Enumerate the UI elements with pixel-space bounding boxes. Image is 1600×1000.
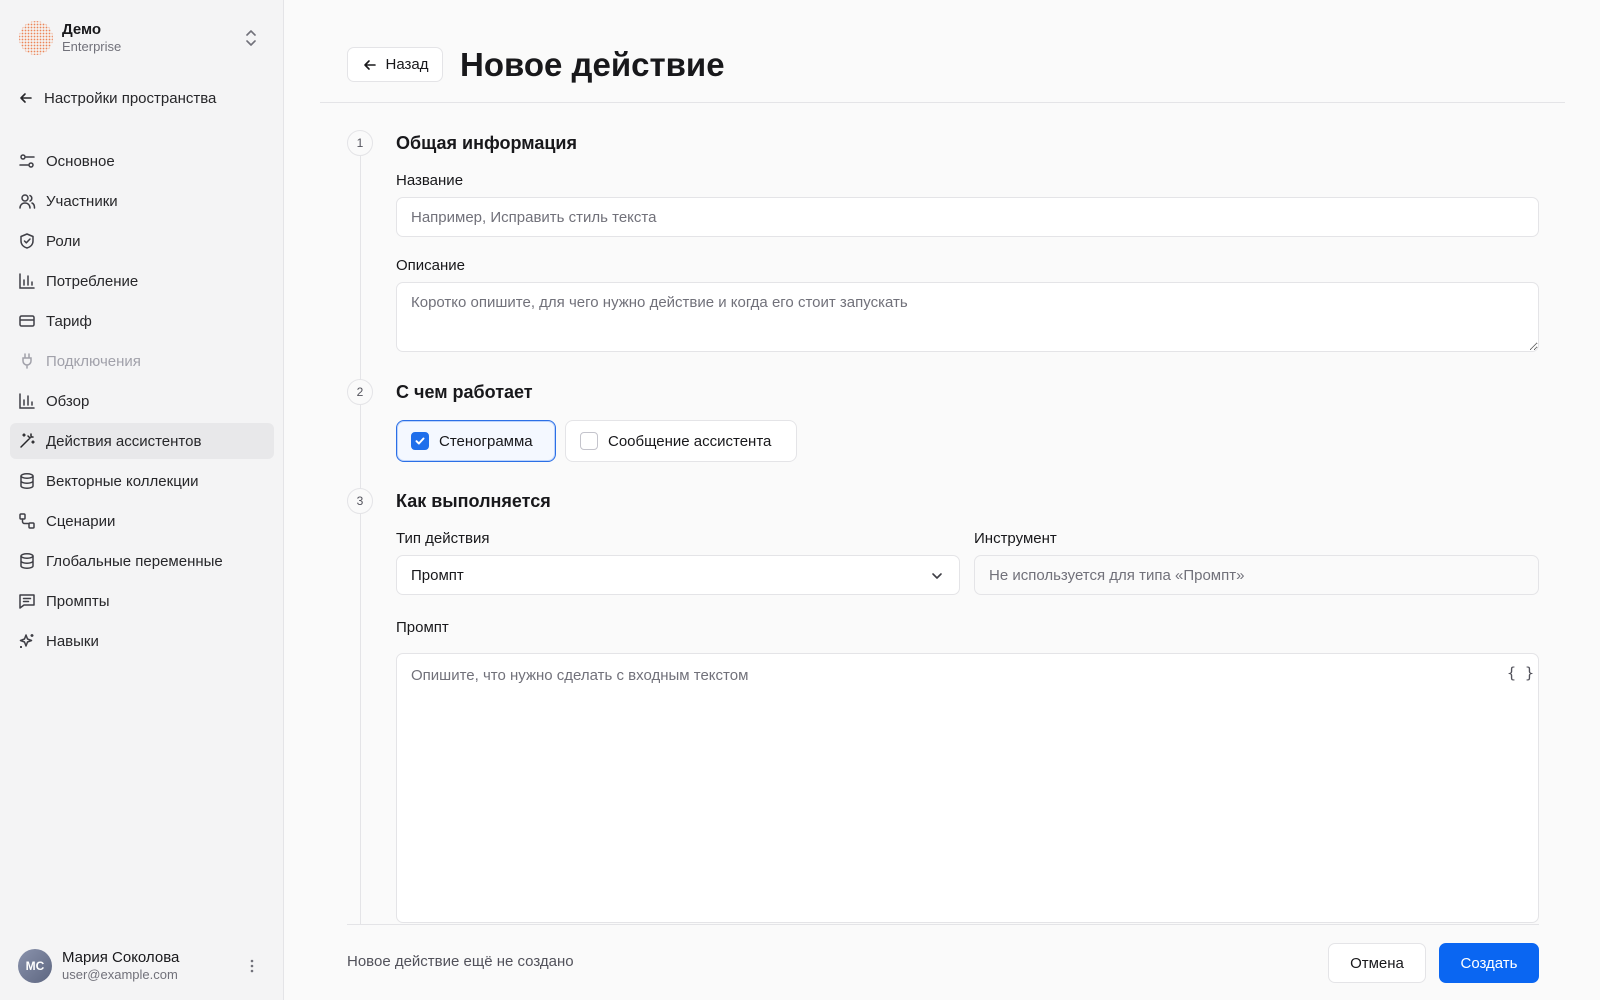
arrow-left-icon — [20, 93, 32, 103]
bar-chart-icon — [18, 272, 36, 290]
variables-braces-button[interactable]: { } — [1507, 664, 1534, 682]
database-icon — [18, 472, 36, 490]
workspace-logo — [19, 21, 53, 55]
sidebar-item-label: Навыки — [46, 632, 99, 650]
workspace-plan: Enterprise — [62, 39, 122, 54]
user-email: user@example.com — [62, 967, 178, 982]
name-input[interactable] — [396, 197, 1539, 237]
sidebar-item-scenarios[interactable]: Сценарии — [10, 503, 274, 539]
avatar: МС — [18, 949, 52, 983]
message-square-icon — [18, 592, 36, 610]
sidebar-item-usage[interactable]: Потребление — [10, 263, 274, 299]
workflow-icon — [18, 512, 36, 530]
section-title-execution: Как выполняется — [396, 491, 551, 511]
header-divider — [320, 102, 1565, 103]
section-title-sources: С чем работает — [396, 382, 533, 402]
arrow-left-icon — [363, 59, 376, 70]
action-type-value: Промпт — [411, 566, 464, 584]
cancel-button[interactable]: Отмена — [1328, 943, 1426, 983]
chevrons-up-down-icon — [246, 30, 256, 46]
sidebar-item-skills[interactable]: Навыки — [10, 623, 274, 659]
sidebar-item-label: Потребление — [46, 272, 139, 290]
credit-card-icon — [18, 312, 36, 330]
back-button[interactable]: Назад — [347, 47, 443, 82]
tool-label: Инструмент — [974, 530, 1057, 547]
workspace-switcher[interactable]: Демо Enterprise — [18, 18, 268, 58]
database-icon — [18, 552, 36, 570]
page-title: Новое действие — [460, 46, 725, 83]
sidebar-item-label: Действия ассистентов — [46, 432, 202, 450]
prompt-label: Промпт — [396, 619, 449, 636]
source-option-label: Сообщение ассистента — [608, 432, 772, 450]
sidebar-item-label: Сценарии — [46, 512, 116, 530]
sidebar-item-label: Промпты — [46, 592, 110, 610]
action-type-select[interactable]: Промпт — [396, 555, 960, 595]
workspace-name: Демо — [62, 21, 102, 38]
description-textarea[interactable] — [396, 282, 1539, 352]
footer-divider — [347, 924, 1539, 925]
tool-input — [974, 555, 1539, 595]
prompt-textarea[interactable] — [396, 653, 1539, 923]
action-type-label: Тип действия — [396, 530, 490, 547]
sidebar-item-overview[interactable]: Обзор — [10, 383, 274, 419]
create-button[interactable]: Создать — [1439, 943, 1539, 983]
sidebar-item-label: Основное — [46, 152, 115, 170]
more-vertical-icon[interactable] — [244, 956, 260, 976]
sidebar-item-members[interactable]: Участники — [10, 183, 274, 219]
sidebar-item-global-variables[interactable]: Глобальные переменные — [10, 543, 274, 579]
section-title-general: Общая информация — [396, 133, 577, 153]
sidebar-item-label: Обзор — [46, 392, 90, 410]
checkbox-checked[interactable] — [411, 432, 429, 450]
checkbox-unchecked[interactable] — [580, 432, 598, 450]
sidebar-item-connections[interactable]: Подключения — [10, 343, 274, 379]
bar-chart-icon — [18, 392, 36, 410]
chevron-down-icon — [932, 573, 942, 579]
description-label: Описание — [396, 257, 466, 274]
user-menu[interactable]: МС Мария Соколова user@example.com — [18, 946, 268, 986]
steps-timeline-line — [360, 155, 361, 925]
user-name: Мария Соколова — [62, 949, 180, 966]
footer-status: Новое действие ещё не создано — [347, 953, 574, 970]
sidebar-item-roles[interactable]: Роли — [10, 223, 274, 259]
sidebar-item-label: Векторные коллекции — [46, 472, 199, 490]
magic-wand-icon — [18, 432, 36, 450]
step-badge-2: 2 — [347, 379, 373, 405]
sidebar-item-label: Глобальные переменные — [46, 552, 223, 570]
sliders-icon — [18, 152, 36, 170]
sidebar-item-assistant-actions[interactable]: Действия ассистентов — [10, 423, 274, 459]
source-option-assistant-message[interactable]: Сообщение ассистента — [565, 420, 797, 462]
sidebar-nav: Основное Участники Роли Потребление Тари… — [10, 143, 274, 663]
back-to-workspace-settings[interactable]: Настройки пространства — [18, 86, 216, 110]
sidebar-item-prompts[interactable]: Промпты — [10, 583, 274, 619]
sidebar-item-label: Участники — [46, 192, 118, 210]
shield-icon — [18, 232, 36, 250]
sidebar-item-label: Подключения — [46, 352, 141, 370]
users-icon — [18, 192, 36, 210]
sidebar: Демо Enterprise Настройки пространства О… — [0, 0, 284, 1000]
sidebar-item-general[interactable]: Основное — [10, 143, 274, 179]
check-icon — [415, 437, 425, 445]
back-button-label: Назад — [385, 56, 429, 73]
step-badge-3: 3 — [347, 488, 373, 514]
source-option-transcript[interactable]: Стенограмма — [396, 420, 556, 462]
sidebar-item-plan[interactable]: Тариф — [10, 303, 274, 339]
name-label: Название — [396, 172, 464, 189]
sidebar-item-label: Тариф — [46, 312, 92, 330]
source-option-label: Стенограмма — [439, 432, 533, 450]
plug-icon — [18, 352, 36, 370]
step-badge-1: 1 — [347, 130, 373, 156]
back-to-workspace-label: Настройки пространства — [44, 89, 217, 107]
sparkles-icon — [18, 632, 36, 650]
sidebar-item-vector-collections[interactable]: Векторные коллекции — [10, 463, 274, 499]
sidebar-item-label: Роли — [46, 232, 81, 250]
